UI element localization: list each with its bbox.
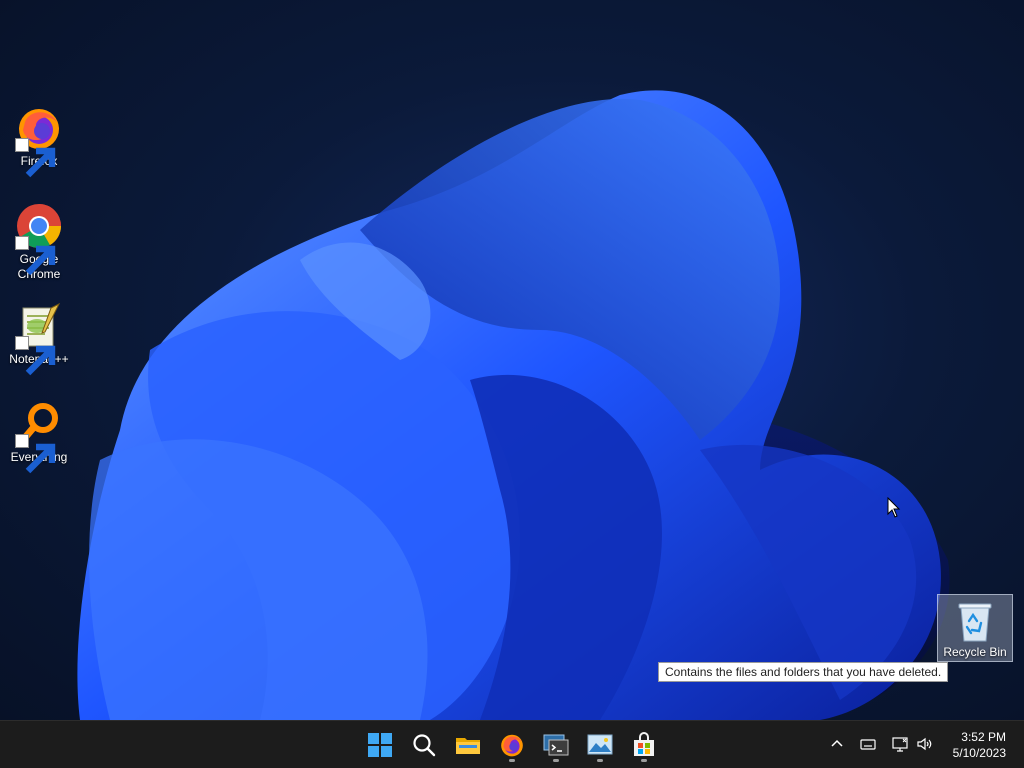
file-explorer-icon [456, 738, 480, 754]
running-indicator [641, 759, 647, 762]
clock-date: 5/10/2023 [952, 746, 1006, 760]
desktop[interactable]: Firefox Google Chrome Notepad++ Everythi… [0, 0, 1024, 720]
wallpaper-bloom [77, 90, 950, 720]
image-viewer-icon [587, 734, 613, 755]
taskbar: 3:52 PM 5/10/2023 [0, 720, 1024, 768]
desktop-icon-everything[interactable]: Everything [1, 400, 77, 474]
windows-start-icon [368, 733, 392, 757]
running-indicator [509, 759, 515, 762]
terminal-icon [543, 734, 569, 756]
volume-button[interactable] [914, 733, 936, 755]
search-button[interactable] [406, 727, 442, 763]
file-explorer-button[interactable] [450, 727, 486, 763]
recycle-bin-tooltip: Contains the files and folders that you … [658, 662, 949, 682]
desktop-icon-notepadpp[interactable]: Notepad++ [1, 302, 77, 376]
mouse-cursor-icon [887, 497, 901, 518]
chevron-up-icon [831, 739, 843, 747]
input-indicator-button[interactable] [857, 733, 879, 755]
taskbar-terminal-button[interactable] [538, 727, 574, 763]
desktop-icon-recycle-bin[interactable]: Recycle Bin [937, 594, 1013, 662]
volume-icon [917, 737, 932, 751]
firefox-icon [501, 734, 523, 757]
shortcut-arrow-icon [15, 434, 56, 474]
running-indicator [597, 759, 603, 762]
clock-time: 3:52 PM [961, 730, 1006, 744]
network-icon [892, 737, 908, 752]
taskbar-store-button[interactable] [626, 727, 662, 763]
desktop-icon-firefox[interactable]: Firefox [1, 104, 77, 178]
shortcut-arrow-icon [15, 336, 56, 376]
shortcut-arrow-icon [15, 138, 56, 178]
shortcut-arrow-icon [15, 236, 56, 276]
start-button[interactable] [362, 727, 398, 763]
store-icon [634, 732, 654, 756]
clock-button[interactable]: 3:52 PM 5/10/2023 [936, 729, 1006, 761]
search-icon [413, 734, 436, 757]
network-button[interactable] [889, 733, 911, 755]
recycle-bin-icon [958, 603, 992, 642]
keyboard-icon [860, 739, 876, 750]
desktop-icon-label: Recycle Bin [943, 645, 1007, 659]
desktop-icon-google-chrome[interactable]: Google Chrome [1, 202, 77, 282]
taskbar-firefox-button[interactable] [494, 727, 530, 763]
show-hidden-icons-button[interactable] [826, 733, 848, 755]
taskbar-image-viewer-button[interactable] [582, 727, 618, 763]
running-indicator [553, 759, 559, 762]
